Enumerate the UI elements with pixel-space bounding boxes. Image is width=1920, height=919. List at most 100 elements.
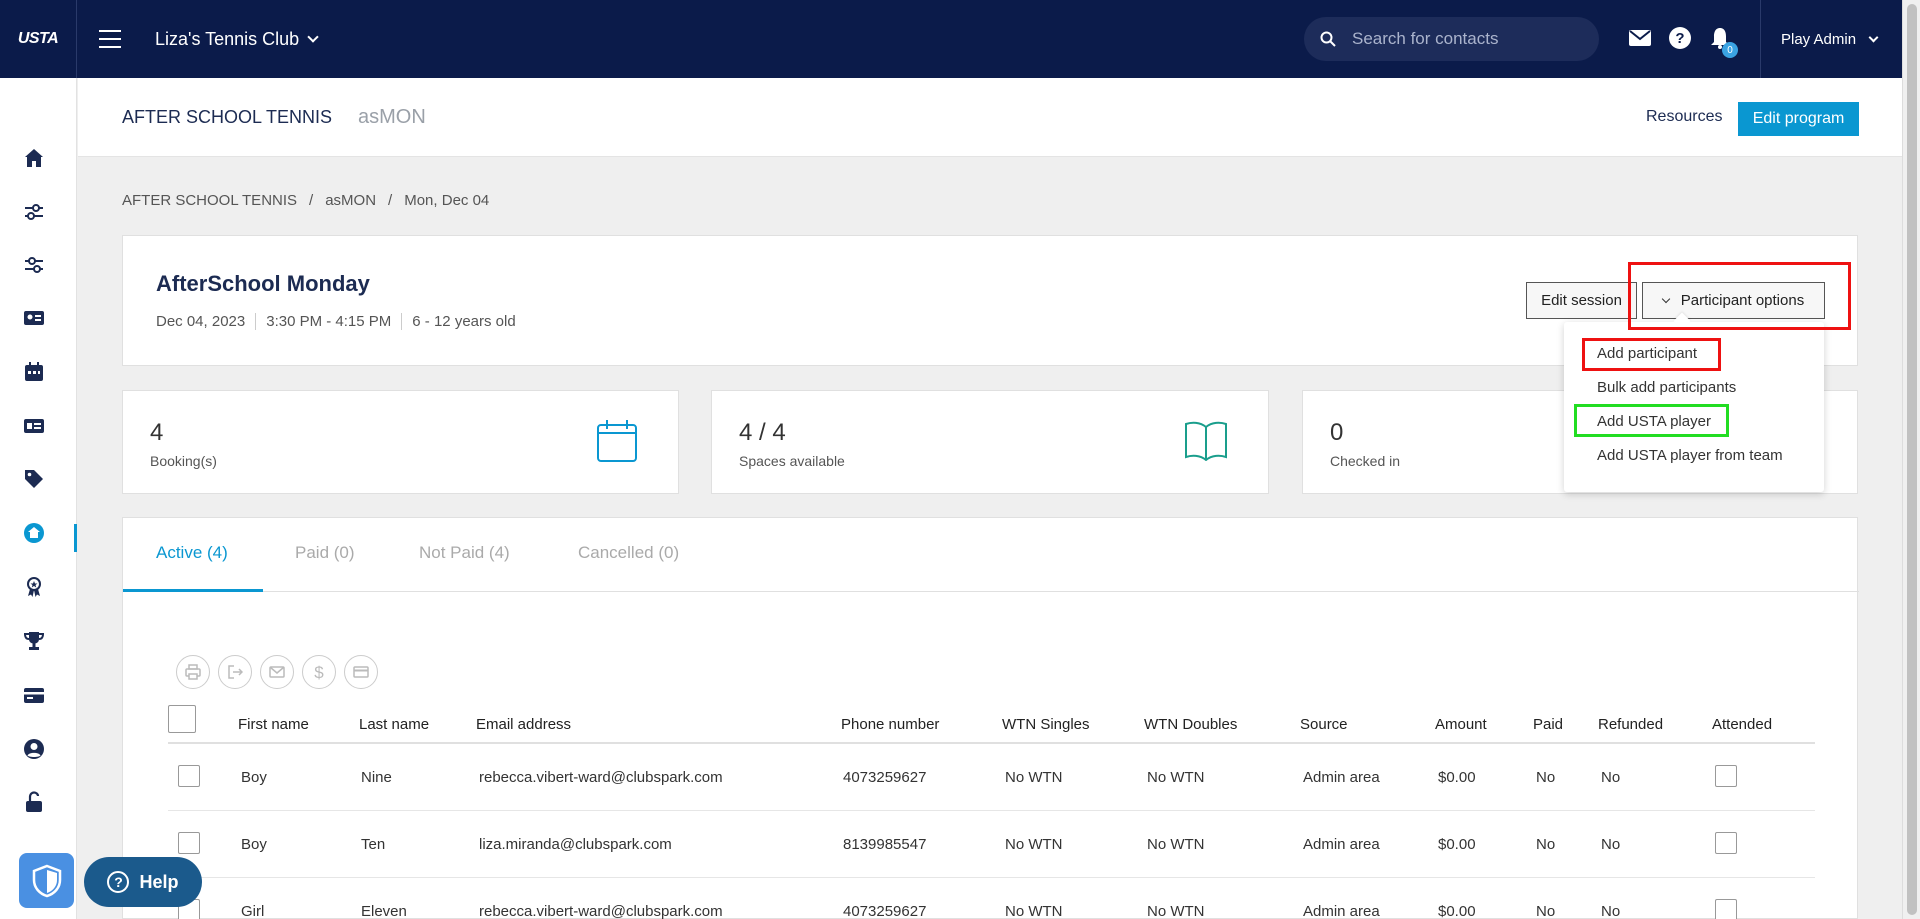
usta-logo[interactable]: USTA	[0, 0, 77, 78]
cell-wtn-singles: No WTN	[1005, 836, 1063, 853]
cell-phone: 4073259627	[843, 903, 927, 919]
column-header[interactable]: Attended	[1712, 716, 1772, 733]
calendar-icon	[597, 420, 637, 462]
tab-cancelled[interactable]: Cancelled (0)	[578, 543, 679, 563]
cell-amount: $0.00	[1438, 903, 1476, 919]
column-header[interactable]: WTN Doubles	[1144, 716, 1237, 733]
cell-wtn-singles: No WTN	[1005, 903, 1063, 919]
sliders-icon[interactable]	[20, 198, 48, 226]
search-input[interactable]	[1352, 29, 1572, 49]
help-label: Help	[139, 871, 179, 892]
export-icon[interactable]	[218, 655, 252, 689]
edit-session-button[interactable]: Edit session	[1526, 282, 1637, 319]
column-header[interactable]: Phone number	[841, 716, 939, 733]
edit-program-button[interactable]: Edit program	[1738, 102, 1859, 136]
user-circle-icon[interactable]	[20, 735, 48, 763]
scrollbar-thumb[interactable]	[1907, 4, 1917, 915]
cell-first-name: Girl	[241, 903, 265, 919]
column-header[interactable]: Paid	[1533, 716, 1563, 733]
cell-wtn-doubles: No WTN	[1147, 836, 1205, 853]
email-icon[interactable]	[260, 655, 294, 689]
column-header[interactable]: Refunded	[1598, 716, 1663, 733]
session-date: Dec 04, 2023	[156, 313, 246, 330]
contact-card-icon[interactable]	[20, 304, 48, 332]
tab-active[interactable]: Active (4)	[156, 543, 228, 563]
stat-value: 4 / 4	[739, 419, 786, 446]
dollar-icon[interactable]: $	[302, 655, 336, 689]
column-header[interactable]: Email address	[476, 716, 571, 733]
menu-item-add-usta-from-team[interactable]: Add USTA player from team	[1597, 447, 1783, 464]
tab-bar: Active (4) Paid (0) Not Paid (4) Cancell…	[123, 518, 1859, 592]
cell-last-name: Nine	[361, 769, 392, 786]
cell-wtn-singles: No WTN	[1005, 769, 1063, 786]
table-row[interactable]: Boy Ten liza.miranda@clubspark.com 81399…	[168, 811, 1815, 878]
column-header[interactable]: Last name	[359, 716, 429, 733]
user-menu[interactable]: Play Admin	[1760, 0, 1879, 78]
cell-email: rebecca.vibert-ward@clubspark.com	[479, 903, 723, 919]
column-header[interactable]: WTN Singles	[1002, 716, 1090, 733]
attended-checkbox[interactable]	[1715, 765, 1737, 787]
calendar-icon[interactable]	[20, 358, 48, 386]
club-selector[interactable]: Liza's Tennis Club	[155, 28, 319, 50]
row-select-checkbox[interactable]	[178, 832, 200, 854]
chevron-down-icon	[1868, 32, 1879, 42]
cell-paid: No	[1536, 769, 1556, 786]
column-header[interactable]: Source	[1300, 716, 1348, 733]
active-tab-underline	[123, 589, 263, 592]
table-row[interactable]: Girl Eleven rebecca.vibert-ward@clubspar…	[168, 878, 1815, 919]
page-scrollbar[interactable]	[1902, 0, 1920, 919]
participant-options-label: Participant options	[1680, 292, 1805, 309]
print-icon[interactable]	[176, 655, 210, 689]
table-row[interactable]: Boy Nine rebecca.vibert-ward@clubspark.c…	[168, 744, 1815, 811]
cell-wtn-doubles: No WTN	[1147, 769, 1205, 786]
credit-card-icon[interactable]	[344, 655, 378, 689]
breadcrumb-separator: /	[309, 192, 314, 209]
menu-item-add-usta-player[interactable]: Add USTA player	[1597, 413, 1711, 430]
bell-icon[interactable]: 0	[1708, 26, 1738, 58]
column-header[interactable]: First name	[238, 716, 309, 733]
table-header: First name Last name Email address Phone…	[168, 696, 1815, 744]
stat-label: Spaces available	[739, 453, 845, 469]
wallet-icon[interactable]	[20, 681, 48, 709]
mail-icon[interactable]	[1628, 26, 1652, 50]
column-header[interactable]: Amount	[1435, 716, 1487, 733]
cell-refunded: No	[1601, 836, 1621, 853]
menu-icon[interactable]	[99, 30, 121, 48]
menu-item-bulk-add[interactable]: Bulk add participants	[1597, 379, 1736, 396]
award-icon[interactable]	[20, 573, 48, 601]
search-box	[1304, 17, 1599, 61]
cell-paid: No	[1536, 903, 1556, 919]
attended-checkbox[interactable]	[1715, 832, 1737, 854]
tab-not-paid[interactable]: Not Paid (4)	[419, 543, 510, 563]
breadcrumb-program[interactable]: AFTER SCHOOL TENNIS	[122, 192, 297, 209]
attended-checkbox[interactable]	[1715, 899, 1737, 919]
cell-source: Admin area	[1303, 903, 1380, 919]
cell-refunded: No	[1601, 769, 1621, 786]
top-bar: USTA Liza's Tennis Club ? 0 Play Admin	[0, 0, 1902, 78]
program-header: AFTER SCHOOL TENNIS asMON Resources Edit…	[78, 78, 1902, 157]
menu-item-add-participant[interactable]: Add participant	[1597, 345, 1697, 362]
tab-paid[interactable]: Paid (0)	[295, 543, 355, 563]
filter-icon[interactable]	[20, 251, 48, 279]
help-circle-icon[interactable]: ?	[1668, 26, 1692, 50]
breadcrumb-subprogram[interactable]: asMON	[325, 192, 376, 209]
stat-value: 0	[1330, 419, 1344, 446]
row-select-checkbox[interactable]	[178, 765, 200, 787]
participant-options-button[interactable]: Participant options	[1642, 282, 1825, 319]
id-card-icon[interactable]	[20, 412, 48, 440]
cell-first-name: Boy	[241, 769, 267, 786]
help-button[interactable]: ? Help	[84, 857, 202, 907]
tags-icon[interactable]	[20, 465, 48, 493]
program-subtitle: asMON	[358, 106, 426, 128]
venue-home-icon[interactable]	[20, 519, 48, 547]
club-name: Liza's Tennis Club	[155, 28, 300, 49]
trophy-icon[interactable]	[20, 627, 48, 655]
select-all-checkbox[interactable]	[168, 705, 196, 733]
bulk-action-toolbar: $	[176, 655, 378, 689]
unlock-icon[interactable]	[20, 788, 48, 816]
participant-options-menu: Add participant Bulk add participants Ad…	[1564, 322, 1824, 492]
resources-link[interactable]: Resources	[1646, 108, 1722, 126]
home-icon[interactable]	[20, 144, 48, 172]
shield-icon[interactable]	[19, 853, 74, 908]
stat-card-spaces: 4 / 4 Spaces available	[711, 390, 1269, 494]
